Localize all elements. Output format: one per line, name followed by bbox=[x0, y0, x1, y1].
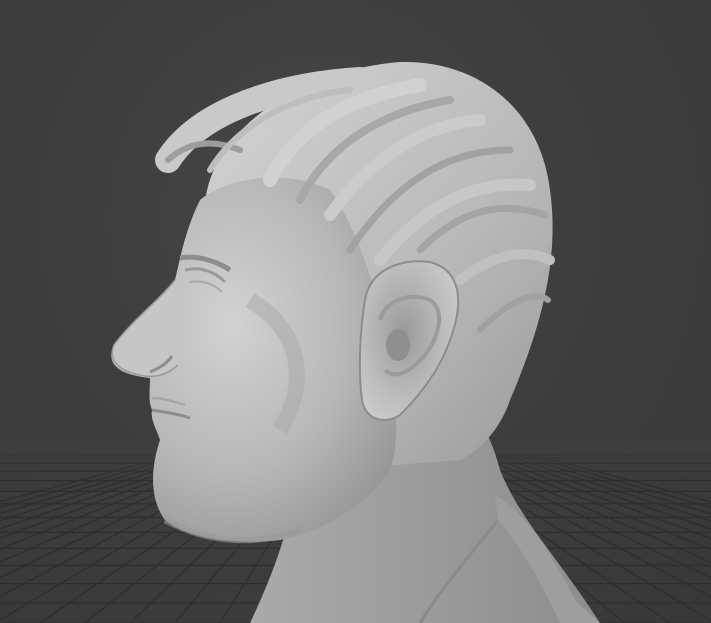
3d-viewport[interactable] bbox=[0, 0, 711, 623]
viewport-scene[interactable] bbox=[0, 0, 711, 623]
ear-canal bbox=[386, 329, 410, 361]
